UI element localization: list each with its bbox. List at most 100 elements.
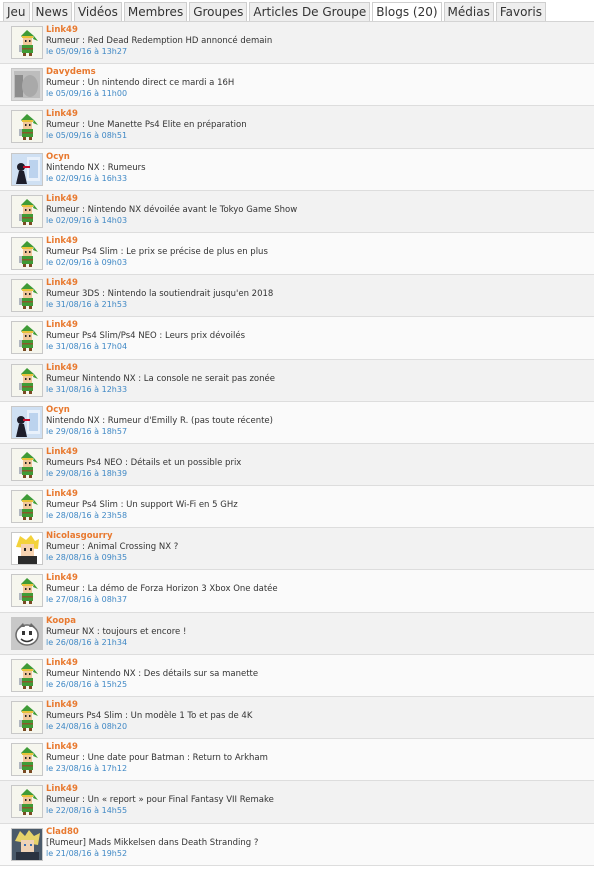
- article-list: Link49 Rumeur : Red Dead Redemption HD an…: [0, 22, 594, 866]
- author-link[interactable]: Link49: [46, 320, 78, 330]
- article-date: le 29/08/16 à 18h57: [46, 426, 128, 436]
- avatar[interactable]: [11, 279, 43, 313]
- tab-articles-de-groupe[interactable]: Articles De Groupe: [249, 2, 371, 21]
- author-link[interactable]: Link49: [46, 194, 78, 204]
- article-title-link[interactable]: [Rumeur] Mads Mikkelsen dans Death Stran…: [46, 838, 258, 848]
- article-title-link[interactable]: Rumeur Nintendo NX : Des détails sur sa …: [46, 669, 258, 679]
- link-avatar: [12, 195, 42, 227]
- avatar[interactable]: [11, 363, 43, 397]
- article-date: le 29/08/16 à 18h39: [46, 468, 128, 478]
- list-item: Link49 Rumeur 3DS : Nintendo la soutiendr…: [0, 275, 594, 318]
- author-link[interactable]: Link49: [46, 489, 78, 499]
- article-title-link[interactable]: Rumeur Ps4 Slim/Ps4 NEO : Leurs prix dév…: [46, 331, 245, 341]
- avatar[interactable]: [11, 616, 43, 650]
- author-link[interactable]: Clad80: [46, 827, 79, 837]
- avatar[interactable]: [11, 785, 43, 819]
- avatar[interactable]: [11, 743, 43, 777]
- link-avatar: [12, 786, 42, 818]
- link-avatar: [12, 448, 42, 480]
- article-title-link[interactable]: Rumeur Ps4 Slim : Le prix se précise de …: [46, 247, 268, 257]
- avatar[interactable]: [11, 574, 43, 608]
- article-title-link[interactable]: Rumeur Nintendo NX : La console ne serai…: [46, 374, 275, 384]
- article-title-link[interactable]: Nintendo NX : Rumeurs: [46, 163, 146, 173]
- article-title-link[interactable]: Rumeur NX : toujours et encore !: [46, 627, 186, 637]
- article-date: le 31/08/16 à 17h04: [46, 342, 128, 352]
- avatar[interactable]: [11, 447, 43, 481]
- article-title-link[interactable]: Rumeurs Ps4 Slim : Un modèle 1 To et pas…: [46, 711, 252, 721]
- tab-favoris[interactable]: Favoris: [495, 2, 546, 21]
- tab-blogs[interactable]: Blogs (20): [372, 2, 442, 21]
- list-item: Clad80 [Rumeur] Mads Mikkelsen dans Death…: [0, 823, 594, 866]
- article-title-link[interactable]: Nintendo NX : Rumeur d'Emilly R. (pas to…: [46, 416, 273, 426]
- article-date: le 28/08/16 à 23h58: [46, 511, 128, 521]
- list-item: Link49 Rumeur : Red Dead Redemption HD an…: [0, 22, 594, 65]
- article-title-link[interactable]: Rumeur : Un nintendo direct ce mardi a 1…: [46, 78, 234, 88]
- avatar[interactable]: [11, 152, 43, 186]
- avatar[interactable]: [11, 68, 43, 102]
- article-title-link[interactable]: Rumeur : Red Dead Redemption HD annoncé …: [46, 36, 272, 46]
- link-avatar: [12, 659, 42, 691]
- author-link[interactable]: Davydems: [46, 67, 96, 77]
- avatar[interactable]: [11, 658, 43, 692]
- list-item: Link49 Rumeurs Ps4 Slim : Un modèle 1 To …: [0, 697, 594, 740]
- link-avatar: [12, 702, 42, 733]
- avatar[interactable]: [11, 194, 43, 228]
- avatar[interactable]: [11, 110, 43, 144]
- list-item: Ocyn Nintendo NX : Rumeurs le 02/09/16 à 1…: [0, 148, 594, 191]
- article-date: le 05/09/16 à 08h51: [46, 131, 128, 141]
- author-link[interactable]: Ocyn: [46, 152, 70, 162]
- article-date: le 27/08/16 à 08h37: [46, 595, 128, 605]
- article-title-link[interactable]: Rumeur : Une date pour Batman : Return t…: [46, 753, 268, 763]
- article-title-link[interactable]: Rumeur : Un « report » pour Final Fantas…: [46, 795, 274, 805]
- tab-groupes[interactable]: Groupes: [189, 2, 248, 21]
- avatar[interactable]: [11, 405, 43, 439]
- clad80-avatar: [12, 828, 42, 860]
- author-link[interactable]: Link49: [46, 700, 78, 710]
- nicolasgourry-avatar: [12, 533, 42, 565]
- list-item: Link49 Rumeurs Ps4 NEO : Détails et un po…: [0, 443, 594, 487]
- link-avatar: [12, 237, 42, 269]
- author-link[interactable]: Link49: [46, 573, 78, 583]
- article-date: le 02/09/16 à 09h03: [46, 257, 128, 267]
- avatar[interactable]: [11, 26, 43, 59]
- list-item: Davydems Rumeur : Un nintendo direct ce m…: [0, 64, 594, 107]
- tab-news[interactable]: News: [31, 2, 72, 21]
- author-link[interactable]: Link49: [46, 363, 78, 373]
- author-link[interactable]: Link49: [46, 25, 78, 35]
- tab-videos[interactable]: Vidéos: [73, 2, 122, 21]
- tab-medias[interactable]: Médias: [443, 2, 494, 21]
- article-date: le 24/08/16 à 08h20: [46, 722, 128, 731]
- author-link[interactable]: Link49: [46, 278, 78, 288]
- list-item: Koopa Rumeur NX : toujours et encore ! le …: [0, 612, 594, 655]
- author-link[interactable]: Link49: [46, 109, 78, 119]
- author-link[interactable]: Link49: [46, 742, 78, 752]
- list-item: Link49 Rumeur Ps4 Slim/Ps4 NEO : Leurs pr…: [0, 317, 594, 360]
- author-link[interactable]: Link49: [46, 236, 78, 246]
- davydems-avatar: [12, 69, 42, 101]
- avatar[interactable]: [11, 236, 43, 270]
- article-title-link[interactable]: Rumeur : Une Manette Ps4 Elite en prépar…: [46, 120, 247, 130]
- author-link[interactable]: Ocyn: [46, 405, 70, 415]
- author-link[interactable]: Link49: [46, 784, 78, 794]
- avatar[interactable]: [11, 827, 43, 861]
- avatar[interactable]: [11, 490, 43, 524]
- ocyn-avatar: [12, 406, 42, 438]
- author-link[interactable]: Link49: [46, 447, 78, 457]
- article-title-link[interactable]: Rumeur : La démo de Forza Horizon 3 Xbox…: [46, 584, 278, 594]
- tab-bar: Jeu News Vidéos Membres Groupes Articles…: [0, 0, 594, 22]
- article-title-link[interactable]: Rumeur Ps4 Slim : Un support Wi-Fi en 5 …: [46, 500, 238, 510]
- tab-jeu[interactable]: Jeu: [3, 2, 30, 21]
- tab-membres[interactable]: Membres: [123, 2, 188, 21]
- article-title-link[interactable]: Rumeur : Animal Crossing NX ?: [46, 542, 178, 552]
- avatar[interactable]: [11, 701, 43, 734]
- author-link[interactable]: Link49: [46, 658, 78, 668]
- article-date: le 26/08/16 à 21h34: [46, 637, 128, 647]
- article-title-link[interactable]: Rumeur 3DS : Nintendo la soutiendrait ju…: [46, 289, 273, 299]
- author-link[interactable]: Nicolasgourry: [46, 531, 113, 541]
- article-title-link[interactable]: Rumeurs Ps4 NEO : Détails et un possible…: [46, 458, 241, 468]
- article-title-link[interactable]: Rumeur : Nintendo NX dévoilée avant le T…: [46, 205, 297, 215]
- link-avatar: [12, 491, 42, 523]
- avatar[interactable]: [11, 532, 43, 566]
- avatar[interactable]: [11, 321, 43, 355]
- author-link[interactable]: Koopa: [46, 616, 76, 626]
